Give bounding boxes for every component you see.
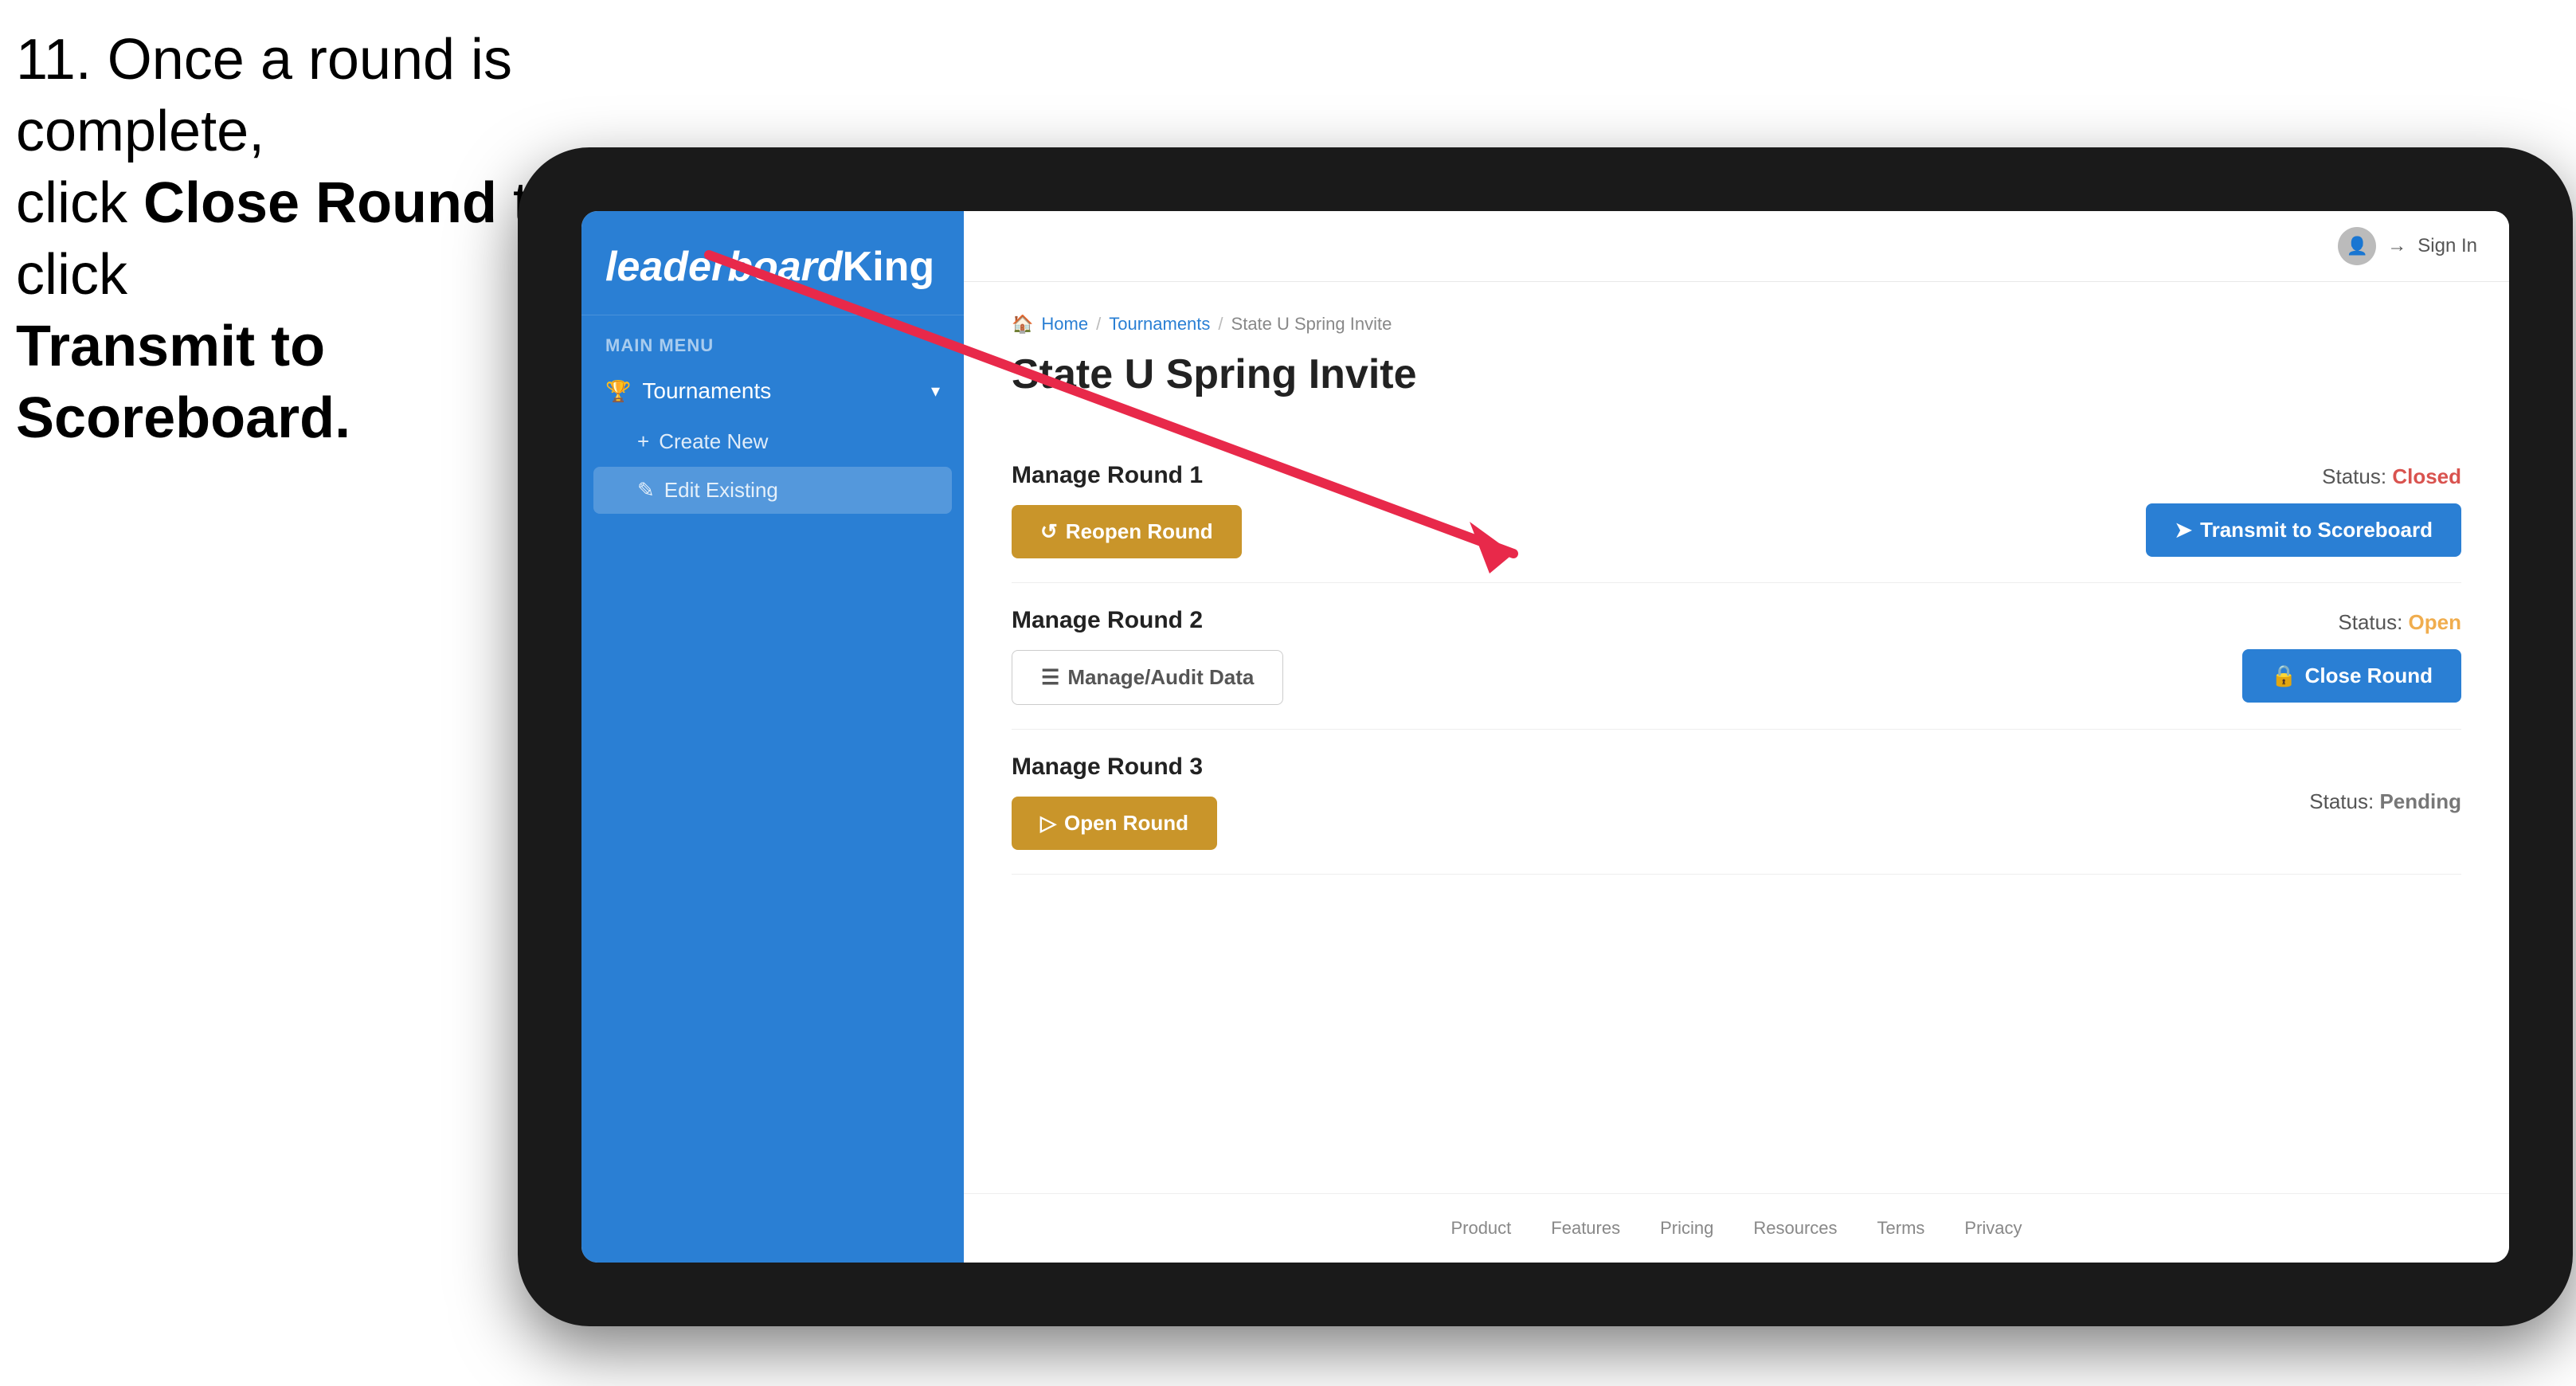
- create-new-label: Create New: [659, 429, 768, 454]
- footer-privacy-link[interactable]: Privacy: [1964, 1218, 2022, 1239]
- content-area: 🏠 Home / Tournaments / State U Spring In…: [964, 282, 2509, 1193]
- open-round-button[interactable]: ▷ Open Round: [1012, 797, 1217, 850]
- chevron-down-icon: ▾: [931, 381, 940, 401]
- footer-resources-link[interactable]: Resources: [1753, 1218, 1837, 1239]
- trophy-icon: 🏆: [605, 379, 631, 404]
- round-1-status: Status: Closed: [2322, 464, 2461, 489]
- transmit-icon: ➤: [2175, 518, 2192, 542]
- app-layout: leaderboardKing MAIN MENU 🏆 Tournaments …: [581, 211, 2509, 1263]
- round-2-title: Manage Round 2: [1012, 607, 1283, 634]
- user-icon: 👤: [2347, 236, 2368, 256]
- round-3-status-value: Pending: [2379, 789, 2461, 813]
- round-3-title: Manage Round 3: [1012, 754, 1217, 781]
- round-2-section: Manage Round 2 ☰ Manage/Audit Data Statu…: [1012, 583, 2461, 730]
- sign-in-arrow-icon: →: [2387, 235, 2406, 257]
- reopen-icon: ↺: [1040, 519, 1058, 544]
- page-title: State U Spring Invite: [1012, 350, 2461, 398]
- round-1-title: Manage Round 1: [1012, 462, 1242, 489]
- breadcrumb-sep-1: /: [1096, 314, 1101, 335]
- transmit-scoreboard-button[interactable]: ➤ Transmit to Scoreboard: [2146, 503, 2461, 557]
- transmit-scoreboard-label: Transmit to Scoreboard: [2200, 518, 2433, 542]
- close-round-label: Close Round: [2305, 664, 2433, 688]
- footer-pricing-link[interactable]: Pricing: [1660, 1218, 1713, 1239]
- breadcrumb-tournaments-link[interactable]: Tournaments: [1109, 314, 1210, 335]
- main-content: 👤 → Sign In 🏠 Home / Tournaments /: [964, 211, 2509, 1263]
- footer-product-link[interactable]: Product: [1450, 1218, 1511, 1239]
- sidebar-tournaments-label: Tournaments: [642, 378, 771, 404]
- sign-in-label: Sign In: [2417, 235, 2477, 257]
- breadcrumb-sep-2: /: [1218, 314, 1223, 335]
- logo-area: leaderboardKing: [581, 211, 964, 315]
- round-3-status: Status: Pending: [2309, 789, 2461, 814]
- breadcrumb-home-link[interactable]: Home: [1041, 314, 1088, 335]
- audit-icon: ☰: [1041, 665, 1059, 690]
- sidebar: leaderboardKing MAIN MENU 🏆 Tournaments …: [581, 211, 964, 1263]
- lock-icon: 🔒: [2271, 664, 2296, 688]
- footer: Product Features Pricing Resources Terms…: [964, 1193, 2509, 1263]
- close-round-button[interactable]: 🔒 Close Round: [2242, 649, 2461, 703]
- round-2-left: Manage Round 2 ☰ Manage/Audit Data: [1012, 607, 1283, 705]
- main-menu-label: MAIN MENU: [581, 315, 964, 364]
- sidebar-item-edit-existing[interactable]: ✎ Edit Existing: [593, 467, 952, 514]
- footer-terms-link[interactable]: Terms: [1877, 1218, 1925, 1239]
- round-3-right: Status: Pending: [2309, 789, 2461, 814]
- round-2-right: Status: Open 🔒 Close Round: [2242, 610, 2461, 703]
- avatar: 👤: [2338, 227, 2376, 265]
- breadcrumb: 🏠 Home / Tournaments / State U Spring In…: [1012, 314, 2461, 335]
- open-icon: ▷: [1040, 811, 1056, 836]
- round-1-right: Status: Closed ➤ Transmit to Scoreboard: [2146, 464, 2461, 557]
- logo: leaderboardKing: [605, 243, 940, 291]
- top-bar: 👤 → Sign In: [964, 211, 2509, 282]
- round-1-left: Manage Round 1 ↺ Reopen Round: [1012, 462, 1242, 558]
- breadcrumb-current: State U Spring Invite: [1231, 314, 1392, 335]
- breadcrumb-home-icon: 🏠: [1012, 314, 1033, 335]
- edit-icon: ✎: [637, 478, 655, 503]
- footer-features-link[interactable]: Features: [1551, 1218, 1620, 1239]
- reopen-round-label: Reopen Round: [1066, 519, 1213, 544]
- edit-existing-label: Edit Existing: [664, 478, 778, 503]
- sidebar-item-tournaments[interactable]: 🏆 Tournaments ▾: [581, 364, 964, 418]
- round-1-status-value: Closed: [2392, 464, 2461, 488]
- tablet-device: leaderboardKing MAIN MENU 🏆 Tournaments …: [518, 147, 2573, 1326]
- round-2-status-value: Open: [2409, 610, 2461, 634]
- reopen-round-button[interactable]: ↺ Reopen Round: [1012, 505, 1242, 558]
- tablet-screen: leaderboardKing MAIN MENU 🏆 Tournaments …: [581, 211, 2509, 1263]
- round-3-left: Manage Round 3 ▷ Open Round: [1012, 754, 1217, 850]
- round-3-section: Manage Round 3 ▷ Open Round Status: Pend…: [1012, 730, 2461, 875]
- manage-audit-label: Manage/Audit Data: [1067, 665, 1254, 690]
- plus-icon: +: [637, 429, 649, 454]
- manage-audit-button[interactable]: ☰ Manage/Audit Data: [1012, 650, 1283, 705]
- instruction-line3: Transmit to Scoreboard.: [16, 315, 350, 450]
- round-1-section: Manage Round 1 ↺ Reopen Round Status: Cl…: [1012, 438, 2461, 583]
- instruction-line1: 11. Once a round is complete,: [16, 28, 512, 163]
- sign-in-area[interactable]: 👤 → Sign In: [2338, 227, 2477, 265]
- open-round-label: Open Round: [1064, 811, 1188, 836]
- sidebar-item-create-new[interactable]: + Create New: [581, 418, 964, 465]
- round-2-status: Status: Open: [2338, 610, 2461, 635]
